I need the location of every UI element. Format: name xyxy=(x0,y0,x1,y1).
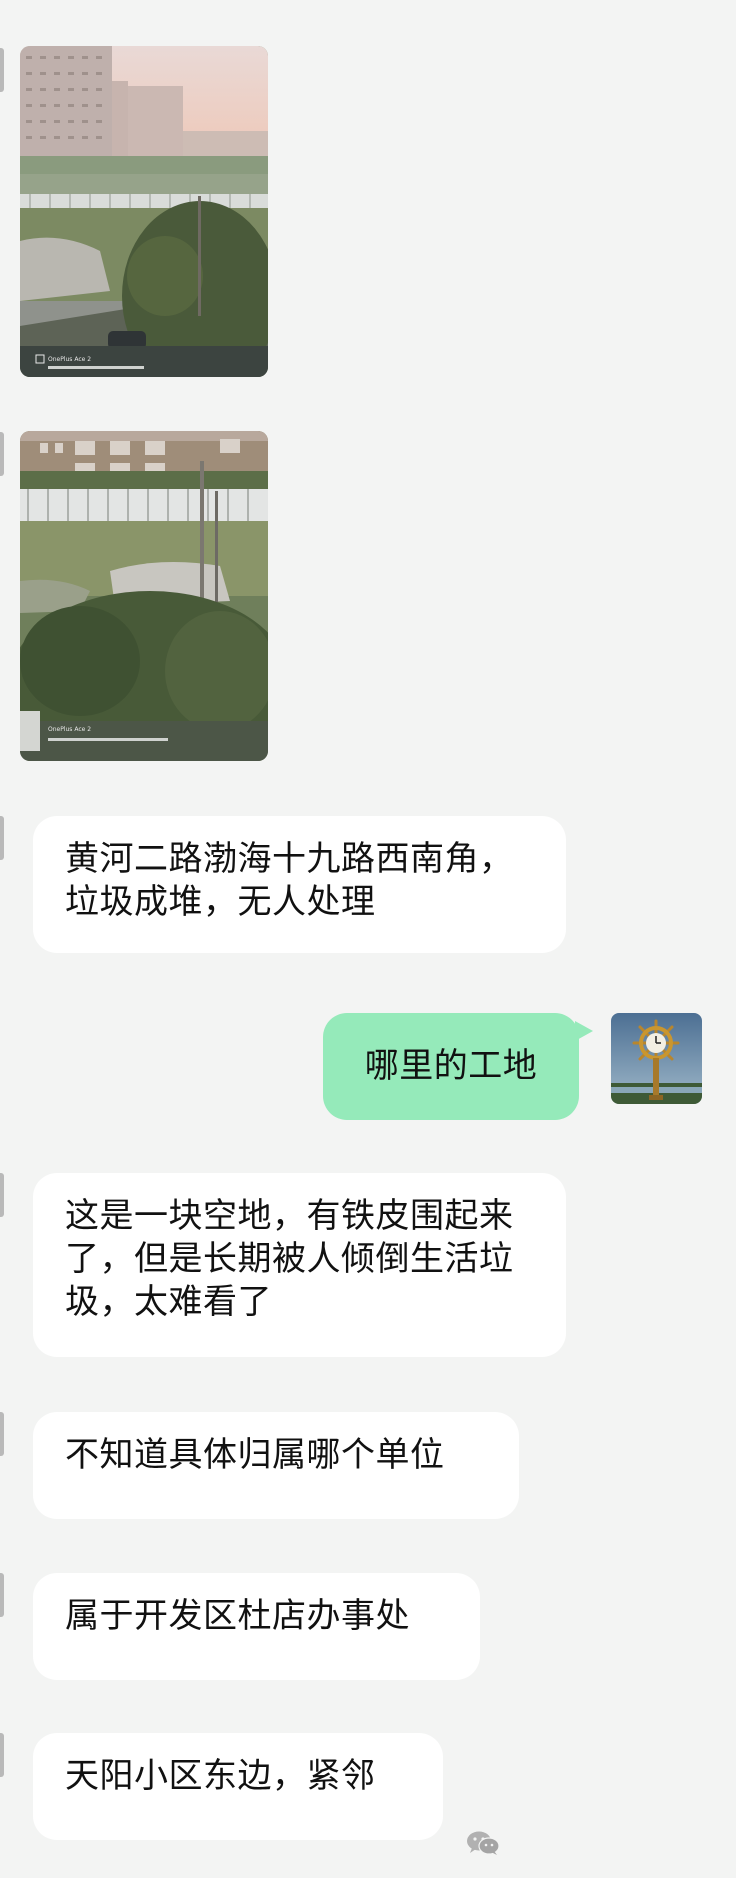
contact-avatar-edge[interactable] xyxy=(0,48,4,92)
message-text: 天阳小区东边，紧邻 xyxy=(65,1756,376,1796)
photo-message-2[interactable]: OnePlus Ace 2 xyxy=(20,431,268,761)
outgoing-message[interactable]: 哪里的工地 xyxy=(323,1013,593,1120)
contact-avatar-edge[interactable] xyxy=(0,432,4,476)
incoming-message[interactable]: 属于开发区杜店办事处 xyxy=(33,1573,480,1680)
message-text: 属于开发区杜店办事处 xyxy=(65,1596,410,1636)
contact-avatar-edge[interactable] xyxy=(0,1573,4,1617)
wechat-logo-icon xyxy=(466,1830,500,1856)
incoming-message[interactable]: 天阳小区东边，紧邻 xyxy=(33,1733,443,1840)
message-text: 不知道具体归属哪个单位 xyxy=(65,1435,445,1475)
my-avatar[interactable] xyxy=(611,1013,702,1104)
message-text: 这是一块空地，有铁皮围起来了，但是长期被人倾倒生活垃圾，太难看了 xyxy=(65,1196,514,1322)
photo-message-1[interactable]: OnePlus Ace 2 xyxy=(20,46,268,377)
message-text: 哪里的工地 xyxy=(364,1046,538,1086)
incoming-message[interactable]: 黄河二路渤海十九路西南角，垃圾成堆，无人处理 xyxy=(33,816,566,953)
svg-text:OnePlus Ace 2: OnePlus Ace 2 xyxy=(48,356,91,363)
contact-avatar-edge[interactable] xyxy=(0,816,4,860)
message-text: 黄河二路渤海十九路西南角，垃圾成堆，无人处理 xyxy=(65,839,514,922)
chat-conversation: OnePlus Ace 2 OnePlus Ace 2 黄河二路渤海十九路西南角… xyxy=(0,0,736,1878)
contact-avatar-edge[interactable] xyxy=(0,1733,4,1777)
contact-avatar-edge[interactable] xyxy=(0,1173,4,1217)
incoming-message[interactable]: 不知道具体归属哪个单位 xyxy=(33,1412,519,1519)
contact-avatar-edge[interactable] xyxy=(0,1412,4,1456)
svg-text:OnePlus Ace 2: OnePlus Ace 2 xyxy=(48,726,91,733)
incoming-message[interactable]: 这是一块空地，有铁皮围起来了，但是长期被人倾倒生活垃圾，太难看了 xyxy=(33,1173,566,1357)
